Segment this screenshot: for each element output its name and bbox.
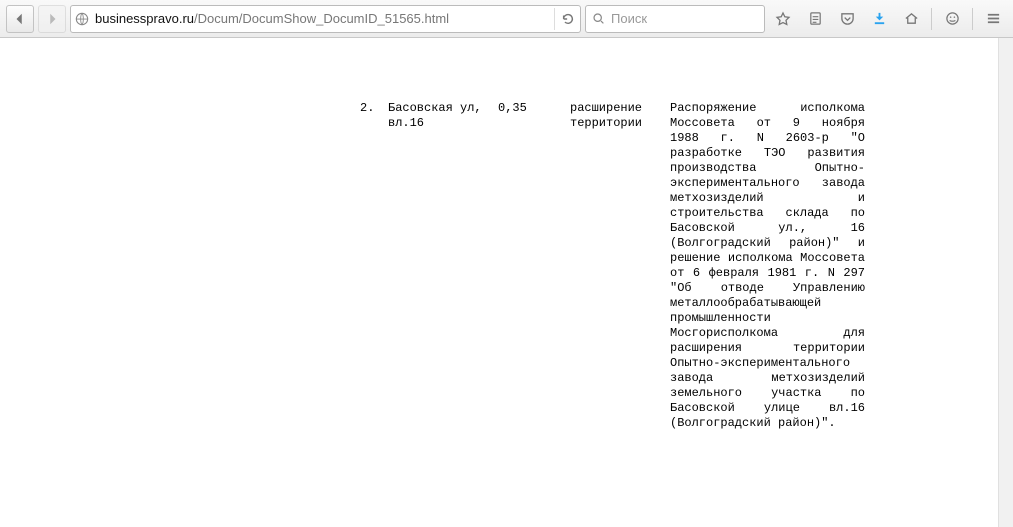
smiley-button[interactable] [938,5,966,33]
home-button[interactable] [897,5,925,33]
toolbar-divider [931,8,932,30]
table-row: 2. Басовская ул, вл.16 0,35 расширение т… [20,101,993,431]
bookmark-star-button[interactable] [769,5,797,33]
pocket-icon [840,11,855,26]
browser-toolbar: businesspravo.ru/Docum/DocumShow_DocumID… [0,0,1013,38]
menu-button[interactable] [979,5,1007,33]
home-icon [904,11,919,26]
search-icon [592,12,605,25]
pocket-button[interactable] [833,5,861,33]
search-placeholder: Поиск [611,11,647,26]
cell-document: Распоряжение исполкома Моссовета от 9 но… [670,101,865,431]
reading-list-button[interactable] [801,5,829,33]
document-body: 2. Басовская ул, вл.16 0,35 расширение т… [0,38,1013,527]
clipboard-icon [808,11,823,26]
forward-button [38,5,66,33]
address-bar[interactable]: businesspravo.ru/Docum/DocumShow_DocumID… [70,5,581,33]
back-button[interactable] [6,5,34,33]
hamburger-icon [986,11,1001,26]
cell-area: 0,35 [498,101,570,116]
downloads-button[interactable] [865,5,893,33]
page-content: 2. Басовская ул, вл.16 0,35 расширение т… [0,38,1013,527]
star-icon [775,11,791,27]
cell-address: Басовская ул, вл.16 [388,101,498,131]
arrow-left-icon [13,12,27,26]
arrow-right-icon [45,12,59,26]
cell-number: 2. [360,101,388,116]
globe-icon [75,12,89,26]
search-bar[interactable]: Поиск [585,5,765,33]
cell-purpose: расширение территории [570,101,670,131]
reload-icon [561,12,575,26]
scrollbar-track[interactable] [998,38,1013,527]
smiley-icon [945,11,960,26]
url-text: businesspravo.ru/Docum/DocumShow_DocumID… [95,11,548,26]
toolbar-divider-2 [972,8,973,30]
download-arrow-icon [872,11,887,26]
reload-button[interactable] [554,8,576,30]
